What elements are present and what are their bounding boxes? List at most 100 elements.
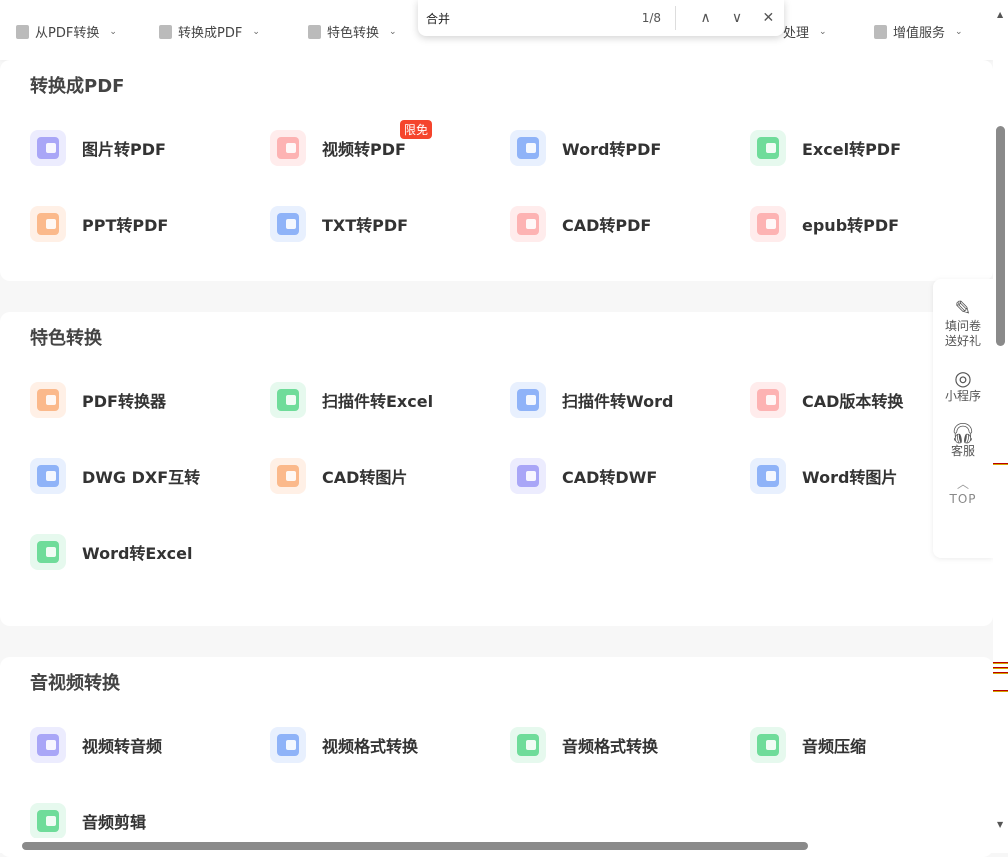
back-to-top-button[interactable]: ︿ TOP — [949, 477, 976, 507]
tool-item[interactable]: PDF转换器 — [30, 382, 250, 418]
tool-item[interactable]: Excel转PDF — [750, 130, 970, 166]
nav-from-pdf[interactable]: 从PDF转换 ⌄ — [16, 22, 117, 41]
find-close-button[interactable]: ✕ — [753, 10, 784, 26]
tool-icon — [30, 206, 66, 242]
pdf-icon — [16, 24, 29, 39]
tool-item[interactable]: Word转Excel — [30, 534, 250, 570]
tool-label: CAD转PDF — [562, 216, 652, 235]
tool-item[interactable]: 扫描件转Word — [510, 382, 730, 418]
tool-icon — [510, 382, 546, 418]
horizontal-scrollbar-thumb[interactable] — [22, 842, 808, 850]
headset-icon: 🎧︎ — [950, 421, 976, 445]
tool-icon — [270, 206, 306, 242]
list-icon — [874, 24, 887, 39]
nav-value-added[interactable]: 增值服务 ⌄ — [874, 22, 963, 41]
tool-item[interactable]: CAD转DWF — [510, 458, 730, 494]
tool-label: Word转PDF — [562, 140, 662, 159]
chevron-up-icon: ︿ — [956, 477, 969, 491]
tool-icon — [30, 534, 66, 570]
tool-item[interactable]: 扫描件转Excel — [270, 382, 490, 418]
vertical-scrollbar-thumb[interactable] — [996, 126, 1005, 346]
chevron-down-icon: ⌄ — [819, 26, 827, 37]
tool-item[interactable]: 音频压缩 — [750, 727, 970, 763]
tool-item[interactable]: 图片转PDF — [30, 130, 250, 166]
tool-label: PPT转PDF — [82, 216, 169, 235]
section-title: 音视频转换 — [30, 673, 120, 694]
tool-label: CAD转DWF — [562, 468, 658, 487]
chevron-down-icon: ⌄ — [109, 26, 117, 37]
tool-item[interactable]: 视频格式转换 — [270, 727, 490, 763]
find-next-button[interactable]: ∨ — [721, 10, 752, 26]
divider — [675, 6, 676, 30]
tool-icon — [270, 727, 306, 763]
tool-label: 扫描件转Word — [562, 392, 674, 411]
tool-label: CAD版本转换 — [802, 392, 904, 411]
tool-label: 视频格式转换 — [322, 737, 419, 756]
tool-icon — [30, 382, 66, 418]
tool-label: 扫描件转Excel — [322, 392, 434, 411]
shield-icon — [308, 24, 321, 39]
find-match-marker — [993, 463, 1008, 465]
section-card: 音视频转换视频转音频 视频格式转换 音频格式转换 音频压缩音频剪辑 — [0, 657, 993, 857]
edit-note-icon: ✎ — [954, 296, 972, 320]
tool-item[interactable]: epub转PDF — [750, 206, 970, 242]
tool-label: CAD转图片 — [322, 468, 408, 487]
tool-label: Excel转PDF — [802, 140, 902, 159]
side-float-panel: ✎ 填问卷送好礼 ◎ 小程序 🎧︎ 客服 ︿ TOP — [933, 279, 993, 558]
tool-item[interactable]: CAD转PDF — [510, 206, 730, 242]
tool-item[interactable]: PPT转PDF — [30, 206, 250, 242]
nav-label: 增值服务 — [893, 26, 946, 41]
tool-label: 音频压缩 — [802, 737, 867, 756]
tool-icon — [750, 727, 786, 763]
find-prev-button[interactable]: ∧ — [690, 10, 721, 26]
survey-label: 填问卷送好礼 — [944, 319, 981, 348]
tool-icon — [750, 206, 786, 242]
tool-item[interactable]: 音频剪辑 — [30, 803, 250, 839]
chevron-down-icon: ⌄ — [389, 26, 397, 37]
service-button[interactable]: 🎧︎ 客服 — [950, 422, 975, 459]
section-card: 转换成PDF 图片转PDF 视频转PDF 限免 Word转PDF Excel转PDF PPT… — [0, 60, 993, 281]
survey-button[interactable]: ✎ 填问卷送好礼 — [943, 297, 983, 349]
find-input[interactable] — [426, 11, 622, 25]
scroll-down-arrow-icon[interactable]: ▼ — [997, 820, 1003, 829]
tool-icon — [750, 382, 786, 418]
tool-label: TXT转PDF — [322, 216, 409, 235]
section-title: 特色转换 — [30, 328, 102, 349]
tool-icon — [30, 458, 66, 494]
tool-icon — [750, 130, 786, 166]
tool-item[interactable]: CAD转图片 — [270, 458, 490, 494]
tool-icon — [270, 458, 306, 494]
miniprogram-button[interactable]: ◎ 小程序 — [945, 367, 981, 404]
find-bar: 1/8 ∧ ∨ ✕ — [418, 0, 784, 36]
tool-label: 图片转PDF — [82, 140, 166, 159]
find-match-marker — [993, 667, 1008, 669]
tool-icon — [30, 727, 66, 763]
find-match-marker — [993, 690, 1008, 692]
nav-label: 转换成PDF — [178, 26, 243, 41]
nav-process[interactable]: 处理 ⌄ — [783, 22, 827, 41]
chevron-down-icon: ⌄ — [955, 26, 963, 37]
section-title: 转换成PDF — [30, 76, 125, 97]
tool-icon — [510, 458, 546, 494]
tool-icon — [270, 130, 306, 166]
tool-item[interactable]: Word转PDF — [510, 130, 730, 166]
nav-special[interactable]: 特色转换 ⌄ — [308, 22, 397, 41]
tool-item[interactable]: 视频转PDF 限免 — [270, 120, 490, 166]
tool-label: Word转Excel — [82, 544, 193, 563]
tool-icon — [30, 130, 66, 166]
service-label: 客服 — [950, 444, 975, 458]
tool-icon — [510, 130, 546, 166]
scroll-up-arrow-icon[interactable]: ▲ — [997, 10, 1003, 19]
tool-item[interactable]: DWG DXF互转 — [30, 458, 250, 494]
nav-label: 处理 — [783, 26, 810, 41]
tool-label: 视频转音频 — [82, 737, 163, 756]
tool-item[interactable]: 视频转音频 — [30, 727, 250, 763]
tool-icon — [750, 458, 786, 494]
tool-label: 音频格式转换 — [562, 737, 659, 756]
chevron-down-icon: ⌄ — [252, 26, 260, 37]
miniprogram-icon: ◎ — [954, 366, 972, 390]
tool-item[interactable]: TXT转PDF — [270, 206, 490, 242]
nav-to-pdf[interactable]: 转换成PDF ⌄ — [159, 22, 260, 41]
tool-item[interactable]: 音频格式转换 — [510, 727, 730, 763]
free-badge: 限免 — [400, 120, 433, 139]
